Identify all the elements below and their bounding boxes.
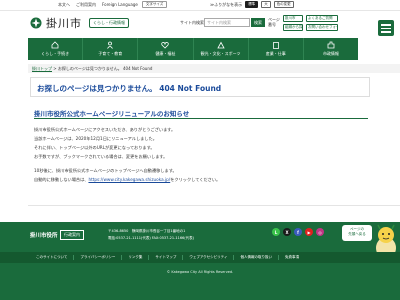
footer-admin-guide-button[interactable]: 行政案内 (60, 230, 84, 240)
nav-label: 市政情報 (322, 51, 339, 56)
footer-link-links[interactable]: リンク集 (122, 255, 150, 260)
global-nav: くらし・手続き 子育て・教育 健康・福祉 観光・文化・スポーツ 産業・仕事 市政… (28, 38, 358, 60)
content-divider (28, 205, 400, 206)
utility-right: ≫ふりがなを表示 標準 大 色の変更 (210, 1, 294, 8)
nav-item-living[interactable]: くらし・手続き (28, 38, 84, 60)
utility-left: 本文へ ご利用案内 Foreign Language 文字サイズ (56, 1, 168, 8)
paragraph-3: それに伴い、トップページ以外のURLが変更になっております。 (34, 145, 155, 150)
heart-icon (161, 42, 170, 49)
menu-bar-3 (381, 31, 391, 33)
size-standard-button[interactable]: 標準 (245, 1, 259, 8)
paragraph-1: 掛川市役所公式ホームページにアクセスいただき、ありがとうございます。 (34, 127, 176, 132)
page-number-label: ページ 番号 (268, 17, 280, 27)
footer-links: このサイトについて プライバシーポリシー リンク集 サイトマップ ウェブアクセシ… (0, 252, 400, 263)
page-title: お探しのページは見つかりません。 404 Not Found (37, 84, 222, 93)
city-icon (327, 41, 335, 49)
search-button[interactable]: 検索 (251, 18, 265, 27)
nav-label: 子育て・教育 (98, 51, 123, 56)
site-footer: 掛川市役所 行政案内 〒436-8650 静岡県掛川市長谷一丁目1番地の1 電話… (0, 222, 400, 300)
utility-bar: 本文へ ご利用案内 Foreign Language 文字サイズ ≫ふりがなを表… (0, 0, 400, 11)
social-links: L X f ▶ ◎ (272, 228, 324, 236)
site-header: 掛川市 くらし・行政情報 サイト内検索 サイト内検索 検索 ページ 番号 掛川市… (0, 12, 400, 36)
footer-link-personal-info[interactable]: 個人情報の取り扱い (234, 255, 279, 260)
child-icon (107, 41, 114, 49)
footer-link-privacy[interactable]: プライバシーポリシー (74, 255, 123, 260)
facebook-icon[interactable]: f (294, 228, 302, 236)
site-logo[interactable]: 掛川市 くらし・行政情報 (30, 15, 129, 31)
nav-item-health[interactable]: 健康・福祉 (138, 38, 194, 60)
menu-bar-2 (381, 27, 391, 29)
foreign-language-link[interactable]: Foreign Language (100, 2, 140, 7)
page-top-label-2: 先頭へ戻る (348, 232, 366, 236)
footer-phone: 電話:0537-21-1111(代表) FAX:0537-21-1166(代表) (108, 236, 195, 240)
heading-underline (34, 118, 368, 119)
paragraph-2: 当該ホームページは、2020年12月1日にリニューアルしました。 (34, 136, 157, 141)
header-link-organization[interactable]: 組織から探す (283, 24, 303, 31)
nav-label: 観光・文化・スポーツ (200, 51, 241, 56)
footer-link-sitemap[interactable]: サイトマップ (149, 255, 184, 260)
x-icon[interactable]: X (283, 228, 291, 236)
copyright: © Kakegawa City All Rights Reserved. (166, 270, 234, 274)
breadcrumb-home-link[interactable]: 掛川トップ (32, 66, 52, 71)
nav-item-tourism[interactable]: 観光・文化・スポーツ (194, 38, 249, 60)
skip-to-content-link[interactable]: 本文へ (56, 2, 72, 8)
building-icon (272, 42, 279, 49)
nav-label: 健康・福祉 (155, 51, 176, 56)
top-page-link[interactable]: https://www.city.kakegawa.shizuoka.jp/ (88, 177, 170, 182)
tourism-icon (216, 41, 225, 49)
nav-label: くらし・手続き (41, 51, 70, 56)
nav-item-city-info[interactable]: 市政情報 (304, 38, 358, 60)
footer-link-disclaimer[interactable]: 免責事項 (279, 255, 305, 260)
page-number-label-line2: 番号 (268, 22, 276, 27)
nav-label: 産業・仕事 (265, 51, 286, 56)
search-input[interactable]: サイト内検索 (204, 18, 250, 27)
redirect-notice: 10秒後に、掛川市役所公式ホームページのトップページへ自動遷移します。 (34, 168, 177, 173)
breadcrumb-separator: > (53, 66, 57, 71)
usage-guide-link[interactable]: ご利用案内 (74, 2, 98, 8)
font-size-select[interactable]: 文字サイズ (141, 1, 168, 8)
nav-item-childcare[interactable]: 子育て・教育 (83, 38, 139, 60)
page-top-button[interactable]: ページの 先頭へ戻る (342, 225, 372, 241)
breadcrumb-current: お探しのページは見つかりません。 404 Not Found (57, 66, 153, 71)
menu-icon[interactable] (378, 20, 394, 36)
line-icon[interactable]: L (272, 228, 280, 236)
paragraph-4: お手数ですが、ブックマークされている場合は、変更をお願いします。 (34, 154, 168, 159)
instagram-icon[interactable]: ◎ (316, 228, 324, 236)
footer-link-about[interactable]: このサイトについて (30, 255, 75, 260)
breadcrumb: 掛川トップ > お探しのページは見つかりません。 404 Not Found (28, 64, 400, 73)
color-change-button[interactable]: 色の変更 (273, 1, 294, 8)
redirect-fallback: 自動的に移動しない場合は、https://www.city.kakegawa.s… (34, 177, 220, 183)
redirect-prefix: 自動的に移動しない場合は、 (34, 177, 89, 182)
menu-bar-1 (381, 24, 391, 26)
search-label: サイト内検索 (180, 20, 204, 25)
not-found-box: お探しのページは見つかりません。 404 Not Found (30, 77, 370, 97)
header-link-contact-form[interactable]: お問い合わせフォーム (306, 24, 338, 31)
header-link-city[interactable]: 掛川市 (283, 15, 303, 22)
footer-link-accessibility[interactable]: ウェブアクセシビリティ (183, 255, 235, 260)
nav-item-industry[interactable]: 産業・仕事 (249, 38, 304, 60)
renewal-heading: 掛川市役所公式ホームページリニューアルのお知らせ (34, 110, 190, 118)
furigana-toggle[interactable]: ≫ふりがなを表示 (210, 2, 242, 8)
youtube-icon[interactable]: ▶ (305, 228, 313, 236)
home-icon (51, 41, 59, 49)
size-large-button[interactable]: 大 (261, 1, 271, 8)
redirect-suffix: をクリックしてください。 (170, 177, 221, 182)
footer-office-name: 掛川市役所 (30, 233, 58, 239)
header-link-faq[interactable]: よくあるご質問 (306, 15, 338, 22)
city-crest-icon (30, 17, 42, 29)
life-info-button[interactable]: くらし・行政情報 (89, 18, 129, 28)
site-name: 掛川市 (46, 17, 82, 30)
header-links: 掛川市 よくあるご質問 組織から探す お問い合わせフォーム (283, 15, 338, 31)
footer-address: 〒436-8650 静岡県掛川市長谷一丁目1番地の1 (108, 229, 186, 233)
